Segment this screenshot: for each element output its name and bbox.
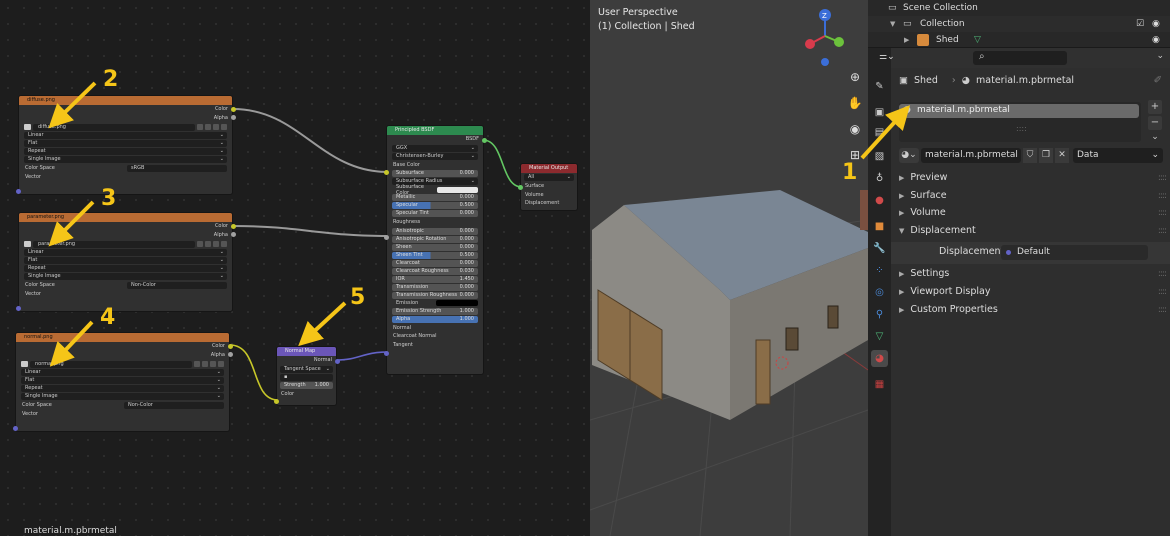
chevron-right-icon: ▶ [899, 270, 905, 278]
add-slot-button[interactable]: + [1148, 100, 1162, 114]
viewport-header: User Perspective (1) Collection | Shed [598, 6, 695, 34]
object-tab-icon[interactable]: ■ [871, 218, 888, 235]
object-icon: ▣ [899, 75, 908, 86]
panel-volume[interactable]: ▶ Volume [899, 205, 946, 221]
annotation-label-5: 5 [350, 285, 366, 310]
modifier-tab-icon[interactable]: 🔧 [871, 240, 888, 257]
chevron-right-icon: ▶ [899, 288, 905, 296]
annotation-label-3: 3 [101, 186, 117, 211]
drag-handle-icon[interactable]: :::: [1158, 226, 1167, 236]
material-name-field[interactable]: material.m.pbrmetal [921, 148, 1021, 163]
chevron-down-icon: ⌄ [1151, 150, 1159, 160]
annotation-label-4: 4 [100, 305, 116, 330]
annotation-label-1: 1 [842, 160, 858, 185]
resize-handle[interactable]: :::: [1016, 124, 1027, 133]
scene-collection-icon: ▭ [888, 3, 897, 13]
eye-icon[interactable]: ◉ [1152, 16, 1160, 32]
drag-handle-icon[interactable]: :::: [1158, 305, 1167, 315]
link-dropdown[interactable]: Data ⌄ [1073, 148, 1163, 163]
eye-icon[interactable]: ◉ [1152, 32, 1160, 48]
properties-editor[interactable]: ⚌⌄ ⌕ ⌄ ▣ Shed › ◕ material.m.pbrmetal ✐ … [879, 48, 1170, 536]
properties-header: ⚌⌄ ⌕ ⌄ [879, 48, 1170, 68]
drag-handle-icon[interactable]: :::: [1158, 287, 1167, 297]
checkbox-icon[interactable]: ☑ [1136, 16, 1144, 32]
search-input[interactable]: ⌕ [973, 51, 1067, 65]
shield-icon[interactable]: ⛉ [1023, 148, 1037, 163]
outliner-row-shed[interactable]: ▶ Shed ▽ ◉ [868, 32, 1170, 48]
material-icon: ◕ [961, 75, 971, 86]
chevron-down-icon[interactable]: ⌄ [1148, 132, 1162, 144]
outliner[interactable]: ▭ Scene Collection ▼ ▭ Collection ☑ ◉ ▶ … [868, 0, 1170, 48]
chevron-right-icon: ▶ [899, 209, 905, 217]
outliner-row-scene[interactable]: ▭ Scene Collection [868, 0, 1170, 16]
panel-displacement[interactable]: ▼ Displacement [899, 223, 976, 239]
chevron-down-icon[interactable]: ⌄ [1156, 51, 1164, 61]
panel-settings[interactable]: ▶ Settings [899, 266, 949, 282]
pin-icon[interactable]: ✐ [1154, 75, 1162, 86]
material-name-footer: material.m.pbrmetal [24, 526, 117, 536]
material-slot-item[interactable]: ◕ material.m.pbrmetal [899, 104, 1139, 118]
zoom-icon[interactable]: ⊕ [846, 68, 864, 86]
socket-icon [1006, 250, 1011, 255]
drag-handle-icon[interactable]: :::: [1158, 208, 1167, 218]
material-tab-icon[interactable]: ◕ [871, 350, 888, 367]
drag-handle-icon[interactable]: :::: [1158, 173, 1167, 183]
chevron-right-icon[interactable]: ▶ [904, 32, 909, 48]
drag-handle-icon[interactable]: :::: [1158, 269, 1167, 279]
annotation-label-2: 2 [103, 67, 119, 92]
material-slot-list[interactable]: ◕ material.m.pbrmetal :::: [899, 102, 1141, 142]
chevron-right-icon: ▶ [899, 192, 905, 200]
mesh-data-icon: ▽ [974, 35, 981, 45]
node-editor[interactable]: diffuse.png Color Alpha diffuse.png Line… [0, 0, 590, 536]
view-perspective-label: User Perspective [598, 7, 678, 18]
svg-text:Z: Z [822, 12, 827, 20]
world-tab-icon[interactable]: ● [871, 192, 888, 209]
texture-tab-icon[interactable]: ▦ [871, 376, 888, 393]
material-datablock-row[interactable]: ◕⌄ material.m.pbrmetal ⛉ ❐ ✕ [899, 148, 1069, 163]
displacement-socket-field[interactable]: Default [1001, 245, 1148, 260]
annotation-arrows [48, 81, 347, 367]
displacement-panel-body: Displacement Default [891, 242, 1170, 264]
duplicate-icon[interactable]: ❐ [1039, 148, 1053, 163]
viewport-scene [590, 190, 868, 536]
panel-surface[interactable]: ▶ Surface [899, 188, 947, 204]
constraints-tab-icon[interactable]: ⚲ [871, 306, 888, 323]
drag-handle-icon[interactable]: :::: [1158, 191, 1167, 201]
remove-slot-button[interactable]: − [1148, 116, 1162, 130]
close-icon[interactable]: ✕ [1055, 148, 1069, 163]
tool-tab-icon[interactable]: ✎ [871, 78, 888, 95]
3d-viewport[interactable]: User Perspective (1) Collection | Shed Z… [590, 0, 868, 536]
particles-tab-icon[interactable]: ⁘ [871, 262, 888, 279]
physics-tab-icon[interactable]: ◎ [871, 284, 888, 301]
outliner-row-collection[interactable]: ▼ ▭ Collection ☑ ◉ [868, 16, 1170, 32]
navigation-gizmo[interactable]: Z [805, 6, 845, 66]
chevron-down-icon[interactable]: ▼ [890, 16, 895, 32]
object-icon [917, 34, 929, 46]
properties-breadcrumb: ▣ Shed › ◕ material.m.pbrmetal [899, 73, 1074, 89]
search-icon: ⌕ [979, 51, 985, 62]
panel-custom-properties[interactable]: ▶ Custom Properties [899, 302, 998, 318]
chevron-down-icon: ▼ [899, 227, 905, 235]
panel-viewport-display[interactable]: ▶ Viewport Display [899, 284, 990, 300]
collection-icon: ▭ [903, 19, 912, 29]
editor-type-icon[interactable]: ⚌⌄ [879, 52, 895, 62]
chevron-right-icon: ▶ [899, 306, 905, 314]
view-collection-label: (1) Collection | Shed [598, 21, 695, 32]
data-tab-icon[interactable]: ▽ [871, 328, 888, 345]
